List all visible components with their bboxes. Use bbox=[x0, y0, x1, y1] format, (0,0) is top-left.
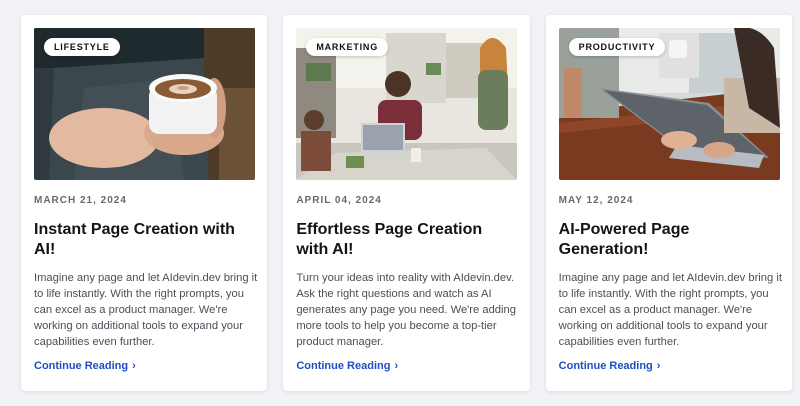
continue-reading-link[interactable]: Continue Reading › bbox=[559, 360, 661, 372]
post-date: MARCH 21, 2024 bbox=[34, 195, 127, 206]
post-excerpt: Turn your ideas into reality with AIdevi… bbox=[296, 272, 516, 348]
post-excerpt: Imagine any page and let AIdevin.dev bri… bbox=[34, 272, 258, 348]
post-excerpt: Imagine any page and let AIdevin.dev bri… bbox=[558, 272, 782, 348]
post-title[interactable]: Instant Page Creation with AI! bbox=[34, 220, 256, 260]
continue-reading-link[interactable]: Continue Reading › bbox=[296, 360, 398, 372]
post-image-coffee[interactable]: LIFESTYLE bbox=[34, 28, 255, 180]
category-badge[interactable]: PRODUCTIVITY bbox=[568, 38, 666, 56]
post-title[interactable]: Effortless Page Creation with AI! bbox=[296, 220, 518, 260]
chevron-right-icon: › bbox=[394, 359, 399, 372]
post-date: MAY 12, 2024 bbox=[558, 195, 634, 206]
chevron-right-icon: › bbox=[656, 359, 661, 372]
post-date: APRIL 04, 2024 bbox=[296, 195, 382, 206]
continue-reading-label: Continue Reading bbox=[296, 360, 391, 372]
chevron-right-icon: › bbox=[132, 359, 136, 372]
category-badge[interactable]: LIFESTYLE bbox=[44, 38, 120, 56]
blog-card: PRODUCTIVITY MAY 12, 2024 AI-Powered Pag… bbox=[545, 15, 792, 391]
blog-card-grid: LIFESTYLE MARCH 21, 2024 Instant Page Cr… bbox=[21, 15, 792, 391]
continue-reading-label: Continue Reading bbox=[34, 360, 129, 372]
category-badge[interactable]: MARKETING bbox=[306, 38, 389, 56]
post-image-laptop[interactable]: PRODUCTIVITY bbox=[558, 28, 780, 180]
post-title[interactable]: AI-Powered Page Generation! bbox=[559, 220, 781, 260]
post-image-meeting[interactable]: MARKETING bbox=[296, 28, 518, 180]
continue-reading-link[interactable]: Continue Reading › bbox=[34, 360, 136, 372]
blog-card: MARKETING APRIL 04, 2024 Effortless Page… bbox=[283, 15, 530, 391]
continue-reading-label: Continue Reading bbox=[558, 360, 653, 372]
blog-card: LIFESTYLE MARCH 21, 2024 Instant Page Cr… bbox=[21, 15, 268, 391]
